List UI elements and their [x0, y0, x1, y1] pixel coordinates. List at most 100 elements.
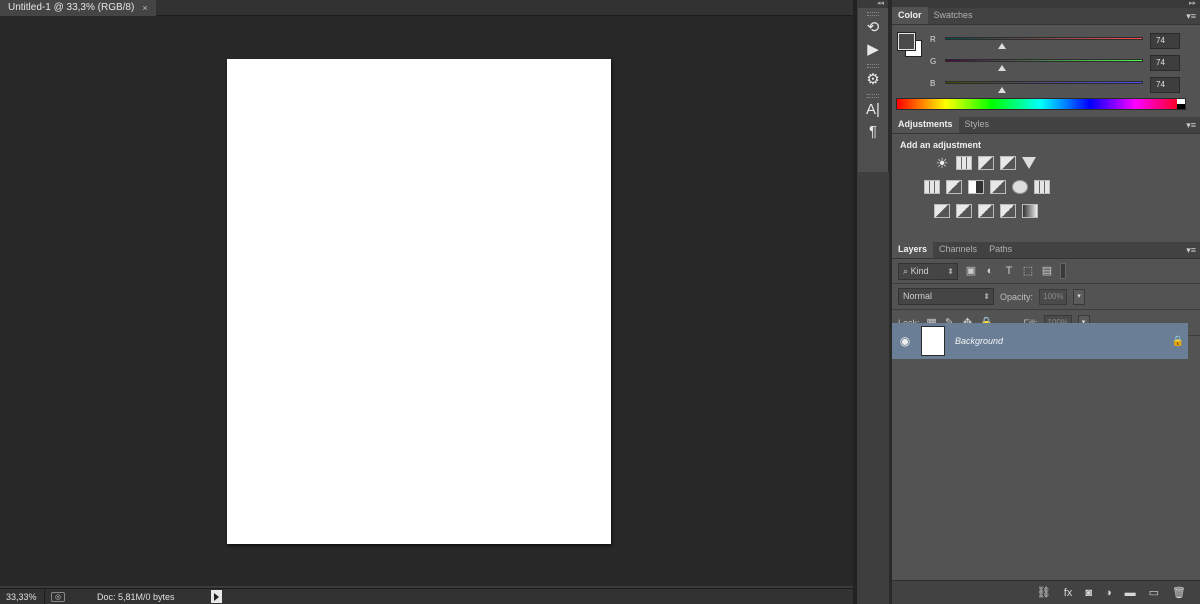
color-panel-tabs: Color Swatches ▾≡ [892, 7, 1200, 25]
color-panel: R 74 G 74 B 74 [892, 25, 1200, 117]
pixel-layer-filter-icon[interactable]: ▣ [965, 265, 977, 277]
tool-presets-icon[interactable]: ⚙ [858, 68, 888, 90]
collapse-dock-icon[interactable]: ◂◂ [858, 0, 888, 8]
link-layers-icon[interactable]: ⛓ [1037, 586, 1051, 599]
green-label: G [930, 57, 937, 66]
blend-row: Normal Opacity: 100% ▾ [892, 284, 1200, 310]
adjustments-title: Add an adjustment [900, 140, 982, 150]
levels-icon[interactable] [956, 156, 972, 170]
layer-filter-bar: ⌕ Kind ▣ ◐ T ⬚ ▤ [892, 259, 1200, 284]
color-balance-icon[interactable] [946, 180, 962, 194]
tab-adjustments[interactable]: Adjustments [892, 116, 959, 133]
document-tab-bar: Untitled-1 @ 33,3% (RGB/8) × [0, 0, 853, 16]
blue-slider-row: B 74 [930, 77, 1196, 95]
layers-panel-tabs: Layers Channels Paths ▾≡ [892, 241, 1200, 259]
opacity-dropdown-icon[interactable]: ▾ [1073, 288, 1086, 305]
adjustment-layer-filter-icon[interactable]: ◐ [984, 265, 996, 277]
canvas-area[interactable] [0, 16, 853, 586]
layer-locked-icon[interactable]: 🔒 [1168, 336, 1188, 347]
layer-row-background[interactable]: ◉ Background 🔒 [892, 323, 1188, 359]
invert-icon[interactable] [934, 204, 950, 218]
tab-layers[interactable]: Layers [892, 241, 934, 258]
history-icon[interactable]: ⟲ [858, 16, 888, 38]
channel-mixer-icon[interactable] [1012, 180, 1028, 194]
document-tab[interactable]: Untitled-1 @ 33,3% (RGB/8) × [0, 0, 156, 16]
layer-thumbnail [921, 326, 945, 356]
new-group-folder-icon[interactable]: ▬ [1125, 587, 1136, 599]
exposure-icon[interactable] [1000, 156, 1016, 170]
blue-thumb-icon[interactable] [998, 87, 1007, 93]
brightness-contrast-icon[interactable]: ☀ [934, 156, 950, 170]
posterize-icon[interactable] [956, 204, 972, 218]
adjustments-panel-menu-icon[interactable]: ▾≡ [1186, 120, 1196, 131]
new-layer-icon[interactable]: ▭ [1149, 586, 1159, 599]
document-page[interactable] [227, 59, 611, 544]
vibrance-icon[interactable] [1022, 157, 1036, 169]
photo-filter-icon[interactable] [990, 180, 1006, 194]
foreground-color-swatch[interactable] [897, 32, 916, 51]
adjustments-panel-tabs: Adjustments Styles ▾≡ [892, 116, 1200, 134]
right-panel-dock: ▸▸ Color Swatches ▾≡ R 74 G 74 B 74 Adju… [892, 0, 1200, 604]
layer-style-fx-icon[interactable]: fx [1064, 587, 1073, 599]
adjustments-row-1: ☀ [934, 156, 1036, 170]
layers-footer-toolbar: ⛓ fx ◙ ◑ ▬ ▭ 🗑 [892, 580, 1200, 604]
red-track[interactable] [945, 37, 1143, 40]
red-thumb-icon[interactable] [998, 43, 1007, 49]
color-lookup-icon[interactable] [1034, 180, 1050, 194]
tab-paths[interactable]: Paths [983, 241, 1018, 258]
red-label: R [930, 35, 936, 44]
green-slider-row: G 74 [930, 55, 1196, 73]
status-options-icon[interactable]: ◎ [51, 591, 65, 602]
blend-mode-select[interactable]: Normal [898, 288, 994, 305]
red-slider-row: R 74 [930, 33, 1196, 51]
tab-color[interactable]: Color [892, 7, 928, 24]
delete-layer-trash-icon[interactable]: 🗑 [1172, 586, 1186, 599]
blue-label: B [930, 79, 936, 88]
actions-play-icon[interactable]: ▶ [858, 38, 888, 60]
smart-object-filter-icon[interactable]: ▤ [1041, 265, 1053, 277]
collapsed-panel-strip: ◂◂ ⟲ ▶ ⚙ A| ¶ [857, 0, 889, 604]
opacity-label: Opacity: [1000, 291, 1034, 302]
gradient-map-icon[interactable] [1022, 204, 1038, 218]
strip-empty-area [858, 172, 889, 604]
eye-visibility-icon[interactable]: ◉ [892, 334, 918, 348]
black-white-icon[interactable] [968, 180, 984, 194]
new-adjustment-layer-icon[interactable]: ◑ [1105, 587, 1112, 599]
color-spectrum-ramp[interactable] [896, 98, 1186, 110]
green-thumb-icon[interactable] [998, 65, 1007, 71]
status-menu-arrow-icon[interactable] [211, 590, 222, 603]
type-layer-filter-icon[interactable]: T [1003, 265, 1015, 277]
tab-swatches[interactable]: Swatches [928, 7, 979, 24]
threshold-icon[interactable] [978, 204, 994, 218]
selective-color-icon[interactable] [1000, 204, 1016, 218]
tab-channels[interactable]: Channels [933, 241, 983, 258]
paragraph-icon[interactable]: ¶ [858, 120, 888, 142]
layer-name[interactable]: Background [955, 336, 1168, 346]
hue-saturation-icon[interactable] [924, 180, 940, 194]
kind-filter-select[interactable]: ⌕ Kind [898, 262, 958, 280]
close-tab-icon[interactable]: × [142, 0, 147, 16]
shape-layer-filter-icon[interactable]: ⬚ [1022, 265, 1034, 277]
adjustments-row-3 [934, 204, 1038, 218]
status-divider [44, 588, 45, 604]
character-icon[interactable]: A| [858, 98, 888, 120]
status-bar: 33,33% ◎ Doc: 5,81M/0 bytes [0, 588, 853, 604]
red-value-input[interactable]: 74 [1150, 33, 1180, 49]
tab-styles[interactable]: Styles [959, 116, 996, 133]
curves-icon[interactable] [978, 156, 994, 170]
doc-size-info: Doc: 5,81M/0 bytes [97, 591, 175, 602]
add-mask-icon[interactable]: ◙ [1085, 587, 1092, 599]
document-tab-title: Untitled-1 @ 33,3% (RGB/8) [8, 2, 135, 13]
zoom-level[interactable]: 33,33% [0, 592, 44, 602]
opacity-input[interactable]: 100% [1039, 288, 1068, 305]
layers-panel-menu-icon[interactable]: ▾≡ [1186, 245, 1196, 256]
adjustments-row-2 [924, 180, 1050, 194]
kind-filter-label: Kind [910, 265, 929, 276]
blue-track[interactable] [945, 81, 1143, 84]
color-panel-menu-icon[interactable]: ▾≡ [1186, 11, 1196, 22]
green-track[interactable] [945, 59, 1143, 62]
filter-toggle-switch[interactable] [1060, 263, 1066, 279]
blue-value-input[interactable]: 74 [1150, 77, 1180, 93]
search-icon: ⌕ [903, 265, 909, 276]
green-value-input[interactable]: 74 [1150, 55, 1180, 71]
